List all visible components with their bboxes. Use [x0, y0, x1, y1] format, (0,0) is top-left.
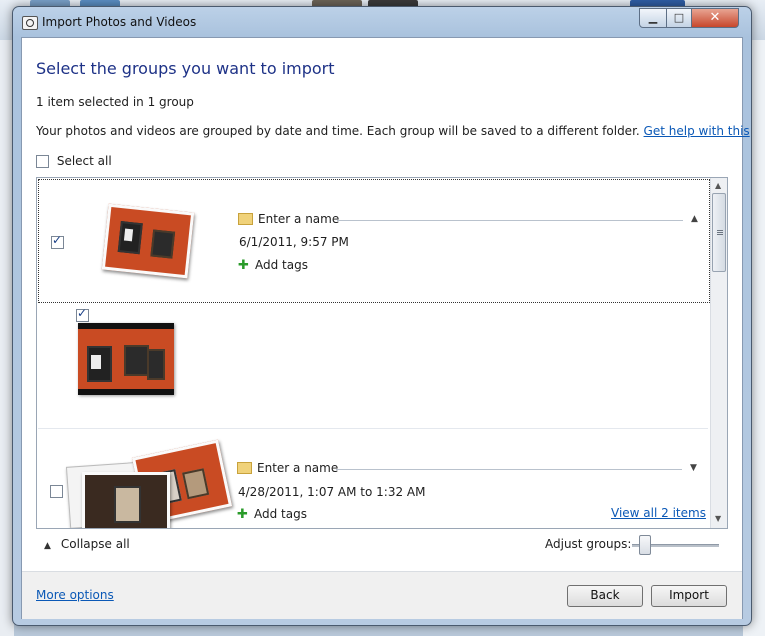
- select-all-label: Select all: [56, 154, 112, 168]
- chevron-down-icon[interactable]: ▼: [690, 463, 697, 473]
- chevron-up-icon: ▲: [44, 541, 51, 551]
- add-tag-icon: ✚: [237, 506, 248, 522]
- maximize-button[interactable]: □: [666, 8, 692, 28]
- add-tags-label-2: Add tags: [254, 507, 307, 521]
- collapse-all-button[interactable]: ▲ Collapse all: [44, 537, 130, 551]
- group-thumbnail-front[interactable]: [82, 472, 170, 528]
- name-underline-2: [336, 469, 682, 470]
- camera-icon: [22, 16, 38, 30]
- adjust-groups-label: Adjust groups:: [545, 537, 632, 551]
- list-scrollbar[interactable]: ▲ ▼: [710, 178, 727, 528]
- add-tags-label: Add tags: [255, 258, 308, 272]
- group-name-field-2[interactable]: Enter a name: [237, 461, 338, 475]
- add-tags-link[interactable]: ✚ Add tags: [238, 258, 308, 272]
- scroll-thumb[interactable]: [712, 193, 726, 272]
- group-date-2: 4/28/2011, 1:07 AM to 1:32 AM: [238, 485, 426, 499]
- group-checkbox[interactable]: [51, 233, 64, 249]
- description-text: Your photos and videos are grouped by da…: [36, 124, 640, 138]
- scroll-down-icon[interactable]: ▼: [715, 514, 721, 523]
- group-name-placeholder-2: Enter a name: [257, 461, 339, 475]
- window-title: Import Photos and Videos: [42, 15, 197, 29]
- group-items-panel: [38, 303, 708, 429]
- chevron-up-icon[interactable]: ▲: [691, 214, 698, 224]
- group-header-2[interactable]: Enter a name ▼ 4/28/2011, 1:07 AM to 1:3…: [38, 430, 708, 528]
- select-all[interactable]: Select all: [36, 154, 112, 168]
- add-tags-link-2[interactable]: ✚ Add tags: [237, 507, 307, 521]
- import-dialog-window: Import Photos and Videos ▁ □ ✕ Select th…: [12, 6, 752, 626]
- back-button[interactable]: Back: [567, 585, 643, 607]
- adjust-groups-slider-thumb[interactable]: [639, 535, 651, 555]
- import-button[interactable]: Import: [651, 585, 727, 607]
- add-tag-icon: ✚: [238, 257, 249, 273]
- view-all-items-link[interactable]: View all 2 items: [611, 506, 706, 520]
- description: Your photos and videos are grouped by da…: [36, 124, 750, 138]
- page-heading: Select the groups you want to import: [36, 59, 335, 78]
- folder-icon: [238, 212, 253, 225]
- group-thumbnail[interactable]: [101, 203, 195, 279]
- select-all-checkbox[interactable]: [36, 155, 49, 168]
- selection-summary: 1 item selected in 1 group: [36, 95, 194, 109]
- group-checkbox-2[interactable]: [50, 485, 63, 498]
- close-button[interactable]: ✕: [691, 8, 739, 28]
- dialog-footer: More options Back Import: [22, 571, 742, 619]
- group-name-field[interactable]: Enter a name: [238, 212, 339, 226]
- collapse-all-label: Collapse all: [60, 537, 130, 551]
- minimize-button[interactable]: ▁: [639, 8, 667, 28]
- item-thumbnail[interactable]: [78, 323, 174, 395]
- name-underline: [337, 220, 683, 221]
- item-checkbox[interactable]: [76, 306, 89, 322]
- group-date: 6/1/2011, 9:57 PM: [239, 235, 349, 249]
- more-options-link[interactable]: More options: [36, 588, 114, 602]
- title-bar[interactable]: Import Photos and Videos ▁ □ ✕: [13, 7, 751, 37]
- scroll-up-icon[interactable]: ▲: [715, 181, 721, 190]
- help-link[interactable]: Get help with this: [644, 124, 750, 138]
- folder-icon: [237, 461, 252, 474]
- dialog-content: Select the groups you want to import 1 i…: [21, 37, 750, 619]
- group-list: Enter a name ▲ 6/1/2011, 9:57 PM ✚ Add ta…: [36, 177, 728, 529]
- group-name-placeholder: Enter a name: [258, 212, 340, 226]
- group-header[interactable]: Enter a name ▲ 6/1/2011, 9:57 PM ✚ Add ta…: [38, 179, 710, 303]
